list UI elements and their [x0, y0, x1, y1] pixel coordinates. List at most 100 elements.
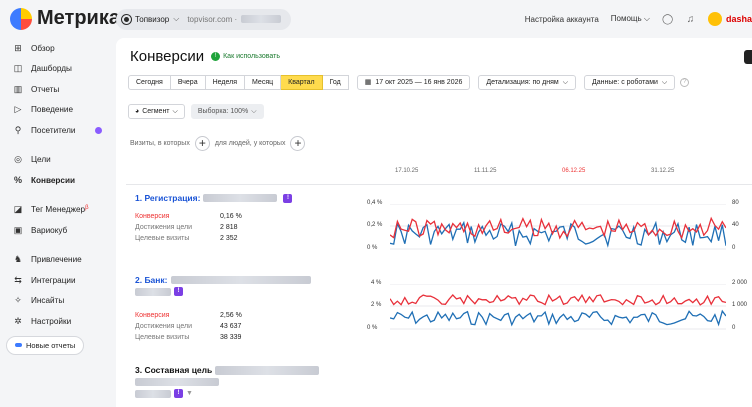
date-range-picker[interactable]: ▦ 17 окт 2025 — 16 янв 2026 [356, 75, 471, 90]
period-today[interactable]: Сегодня [128, 75, 171, 90]
metric-label: Конверсия [135, 213, 170, 220]
visits-series-line [390, 309, 726, 327]
sidebar-item-conversions[interactable]: % Конверсии [0, 170, 116, 191]
help-menu[interactable]: Помощь ⌵ [611, 14, 650, 24]
metric-value: 2 818 [220, 224, 238, 231]
beta-badge: β [85, 205, 89, 212]
counter-selector[interactable]: Топвизор ⌵ topvisor.com · [116, 8, 292, 30]
chevron-down-icon: ⌵ [661, 79, 668, 86]
chevron-down-icon: ⌵ [173, 14, 180, 23]
goal-title-link[interactable]: 3. Составная цель [135, 365, 212, 375]
y-tick-right: 80 [732, 200, 739, 206]
sample-dropdown[interactable]: Выборка: 100% ⌵ [190, 104, 264, 119]
bell-icon[interactable]: ♫ [685, 14, 696, 25]
sidebar-item-behavior[interactable]: ▷ Поведение [0, 100, 116, 121]
main-panel: Конверсии ! Как использовать Сегодня Вчер… [116, 38, 752, 407]
help-label: Помощь [610, 14, 642, 23]
sidebar-item-label: Поведение [31, 105, 74, 115]
sidebar-item-dashboards[interactable]: ◫ Дашборды [0, 59, 116, 80]
app-logo[interactable]: Метрика [10, 7, 120, 30]
sidebar-item-tag-manager[interactable]: ◪ Тег Менеджерβ [0, 200, 116, 221]
integration-icon: ⇆ [14, 274, 22, 285]
add-visit-condition-button[interactable]: + [194, 136, 210, 151]
goal-card: 2. Банк: ! Конверсия 2,56 % Достижения це… [135, 275, 311, 343]
period-yesterday[interactable]: Вчера [170, 75, 206, 90]
date-range-label: 17 окт 2025 — 16 янв 2026 [375, 79, 463, 86]
account-settings-link[interactable]: Настройка аккаунта [525, 15, 599, 24]
y-tick-left: 0,4 % [367, 200, 383, 206]
conversion-series-line [390, 293, 726, 306]
period-month[interactable]: Месяц [245, 75, 282, 90]
sidebar-item-label: Цели [31, 155, 51, 165]
period-quarter[interactable]: Квартал [281, 75, 323, 90]
period-year[interactable]: Год [322, 75, 349, 90]
top-bar: Топвизор ⌵ topvisor.com · Настройка акка… [116, 8, 752, 30]
axis-date: 31.12.25 [651, 168, 675, 174]
goal-title-link[interactable]: 1. Регистрация: [135, 193, 200, 203]
acquisition-icon: ♞ [13, 254, 23, 265]
visits-condition-label: Визиты, в которых [130, 140, 190, 147]
sidebar-item-goals[interactable]: ◎ Цели [0, 150, 116, 171]
sidebar-item-integrations[interactable]: ⇆ Интеграции [0, 270, 116, 291]
sidebar-item-insights[interactable]: ✧ Инсайты [0, 291, 116, 312]
redacted-goal-name [135, 389, 171, 398]
metric-row: Конверсия 2,56 % [135, 310, 311, 321]
chat-icon[interactable]: ◯ [662, 14, 673, 25]
goal-type-badge: ! [174, 389, 183, 398]
add-people-condition-button[interactable]: + [290, 136, 306, 151]
goal-title-link[interactable]: 2. Банк: [135, 275, 168, 285]
sidebar-item-variocube[interactable]: ▣ Вариокуб [0, 220, 116, 241]
question-icon[interactable]: ? [680, 78, 690, 87]
redacted-goal-name [215, 365, 320, 375]
how-to-use-link[interactable]: ! Как использовать [211, 52, 280, 61]
user-menu[interactable]: dasha [707, 12, 752, 26]
goal-card: 3. Составная цель ! ▼ [135, 365, 320, 398]
user-name: dasha [725, 14, 752, 24]
period-week[interactable]: Неделя [205, 75, 246, 90]
y-tick-left: 0 % [367, 245, 378, 251]
detail-label: Детализация: по дням [486, 79, 559, 86]
metric-label: Конверсия [135, 312, 170, 319]
metric-row: Достижения цели 43 637 [135, 321, 311, 332]
metric-value: 2,56 % [220, 312, 242, 319]
info-icon: ! [211, 52, 221, 61]
sidebar-item-label: Конверсии [31, 175, 76, 185]
metric-value: 0,16 % [220, 213, 242, 220]
y-tick-left: 2 % [371, 302, 382, 308]
sidebar-item-acquisition[interactable]: ♞ Привлечение [0, 250, 116, 271]
data-dropdown[interactable]: Данные: с роботами ⌵ [584, 75, 676, 90]
panel-corner-button[interactable] [744, 50, 752, 64]
sidebar-item-visitors[interactable]: ⚲ Посетители [0, 120, 116, 141]
new-indicator-dot [95, 126, 102, 134]
grid-icon: ⊞ [14, 42, 22, 53]
detail-dropdown[interactable]: Детализация: по дням ⌵ [478, 75, 577, 90]
metric-label: Целевые визиты [135, 235, 190, 242]
app-title: Метрика [37, 7, 120, 29]
sidebar-item-overview[interactable]: ⊞ Обзор [0, 38, 116, 59]
target-icon: ◎ [14, 154, 22, 165]
filter-icon: ▼ [186, 390, 193, 397]
y-tick-right: 1 000 [732, 302, 748, 308]
period-selector: Сегодня Вчера Неделя Месяц Квартал Год ▦… [128, 75, 690, 90]
counter-name: Топвизор [135, 14, 170, 24]
sidebar-item-settings[interactable]: ✲ Настройки [0, 311, 116, 332]
avatar [707, 12, 722, 26]
segment-label: Сегмент [142, 108, 170, 115]
metric-label: Целевые визиты [135, 334, 190, 341]
y-tick-right: 0 [732, 245, 736, 251]
metric-value: 43 637 [220, 323, 242, 330]
new-reports-toggle[interactable]: Новые отчеты [6, 335, 85, 355]
axis-date-highlight: 06.12.25 [562, 168, 586, 174]
sidebar-item-reports[interactable]: ▥ Отчеты [0, 79, 116, 100]
pie-icon: ◕ [135, 108, 140, 115]
sidebar-item-label: Отчеты [31, 84, 60, 94]
y-tick-left: 0,2 % [367, 222, 383, 228]
metric-row: Конверсия 0,16 % [135, 211, 292, 222]
counter-icon [122, 14, 131, 24]
segment-button[interactable]: ◕ Сегмент ⌵ [128, 104, 185, 119]
axis-date: 11.11.25 [474, 168, 497, 174]
y-tick-right: 40 [732, 222, 739, 228]
sidebar-item-label: Обзор [31, 43, 55, 53]
tag-icon: ◪ [13, 204, 23, 215]
metrica-logo-icon [10, 7, 32, 30]
